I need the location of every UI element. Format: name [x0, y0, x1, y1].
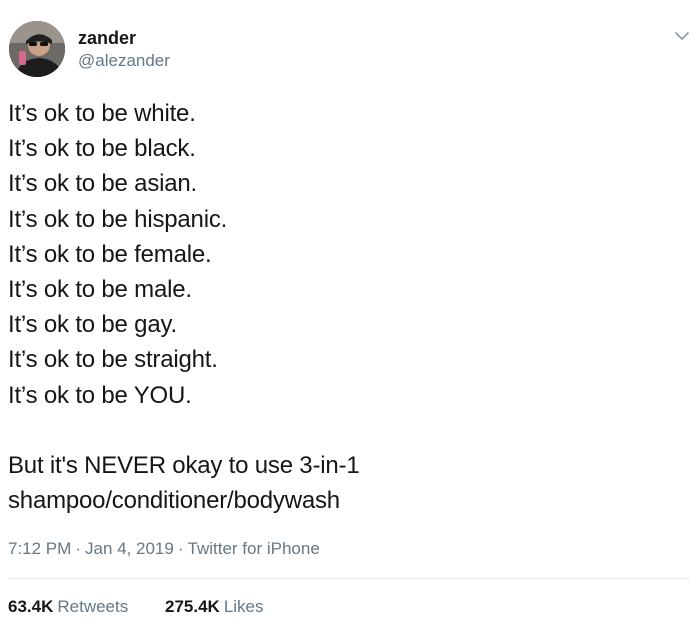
tweet-text-line: shampoo/conditioner/bodywash — [8, 487, 340, 515]
tweet-text-line: It’s ok to be black. — [8, 135, 196, 163]
tweet-text-line: It’s ok to be gay. — [8, 311, 177, 339]
retweets-label: Retweets — [57, 597, 129, 616]
tweet-text-line: It’s ok to be asian. — [8, 170, 198, 198]
likes-label: Likes — [223, 597, 264, 616]
likes-count: 275.4K — [164, 597, 220, 616]
tweet-card: zander @alezander It’s ok to be white. I… — [0, 0, 700, 632]
tweet-text-line: It’s ok to be male. — [8, 276, 192, 304]
tweet-text-line: It’s ok to be female. — [8, 240, 212, 268]
chevron-down-icon[interactable] — [674, 28, 690, 44]
divider — [8, 578, 690, 579]
meta-separator: · — [75, 539, 81, 558]
tweet-source[interactable]: Twitter for iPhone — [188, 539, 320, 558]
tweet-time[interactable]: 7:12 PM — [8, 539, 71, 558]
retweets-count: 63.4K — [8, 597, 54, 616]
likes-stat[interactable]: 275.4K Likes — [165, 596, 264, 618]
retweets-stat[interactable]: 63.4K Retweets — [8, 596, 128, 618]
tweet-stats: 63.4K Retweets 275.4K Likes — [8, 596, 264, 618]
author-avatar[interactable] — [9, 21, 65, 77]
author-handle[interactable]: @alezander — [78, 50, 170, 72]
tweet-text-line: It’s ok to be YOU. — [8, 381, 192, 409]
tweet-text-line: But it's NEVER okay to use 3-in-1 — [8, 452, 360, 480]
tweet-text-line: It’s ok to be white. — [8, 100, 196, 127]
profile-photo-icon — [9, 21, 65, 77]
tweet-metadata: 7:12 PM · Jan 4, 2019 · Twitter for iPhone — [8, 538, 320, 560]
author-display-name[interactable]: zander — [78, 27, 136, 49]
tweet-text-line: It’s ok to be straight. — [8, 346, 218, 374]
tweet-date[interactable]: Jan 4, 2019 — [85, 539, 174, 558]
tweet-text: It’s ok to be white. It’s ok to be black… — [8, 96, 688, 518]
meta-separator: · — [177, 539, 184, 558]
tweet-text-line: It’s ok to be hispanic. — [8, 205, 228, 233]
